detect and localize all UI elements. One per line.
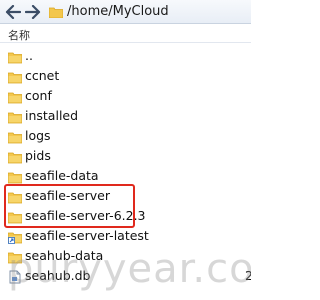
- folder-icon: [7, 189, 23, 204]
- folder-icon: [49, 7, 63, 18]
- file-row[interactable]: installed: [0, 106, 251, 126]
- file-row[interactable]: seafile-server-6.2.3: [0, 206, 251, 226]
- file-row[interactable]: seafile-data: [0, 166, 251, 186]
- file-name: ..: [25, 48, 33, 63]
- file-name: pids: [25, 148, 51, 163]
- file-name: logs: [25, 128, 51, 143]
- forward-arrow-icon: [25, 4, 41, 19]
- folder-icon: [7, 129, 23, 144]
- folder-icon: [7, 109, 23, 124]
- back-arrow-icon: [5, 4, 21, 19]
- file-name: seafile-server-latest: [25, 228, 149, 243]
- file-row[interactable]: logs: [0, 126, 251, 146]
- address-bar: /home/MyCloud: [0, 0, 251, 24]
- file-name: ccnet: [25, 68, 60, 83]
- file-row[interactable]: pids: [0, 146, 251, 166]
- file-row[interactable]: ccnet: [0, 66, 251, 86]
- folder-icon: [7, 49, 23, 64]
- folder-icon: [7, 69, 23, 84]
- file-row[interactable]: seahub.db 2: [0, 266, 251, 286]
- folder-icon: [7, 169, 23, 184]
- folder-icon: [7, 149, 23, 164]
- file-row[interactable]: conf: [0, 86, 251, 106]
- file-name: conf: [25, 88, 52, 103]
- file-row[interactable]: seafile-server-latest: [0, 226, 251, 246]
- file-name: installed: [25, 108, 79, 123]
- file-detail: 2: [245, 268, 251, 283]
- file-name: seafile-server-6.2.3: [25, 208, 146, 223]
- file-name: seahub-data: [25, 248, 104, 263]
- folder-icon: [7, 209, 23, 224]
- file-name: seafile-data: [25, 168, 99, 183]
- name-column-header[interactable]: 名称: [8, 27, 30, 43]
- shortcut-folder-icon: [7, 229, 23, 244]
- file-explorer-window: /home/MyCloud 名称 .. ccnet conf installed log…: [0, 0, 251, 300]
- forward-button[interactable]: [23, 2, 43, 22]
- folder-icon: [7, 249, 23, 264]
- address-path[interactable]: /home/MyCloud: [67, 4, 169, 19]
- back-button[interactable]: [3, 2, 23, 22]
- file-name: seahub.db: [25, 268, 91, 283]
- file-row[interactable]: ..: [0, 46, 251, 66]
- file-icon: [8, 269, 22, 284]
- column-header: 名称: [0, 26, 251, 43]
- file-row[interactable]: seafile-server: [0, 186, 251, 206]
- folder-icon: [7, 89, 23, 104]
- file-row[interactable]: seahub-data: [0, 246, 251, 266]
- file-name: seafile-server: [25, 188, 110, 203]
